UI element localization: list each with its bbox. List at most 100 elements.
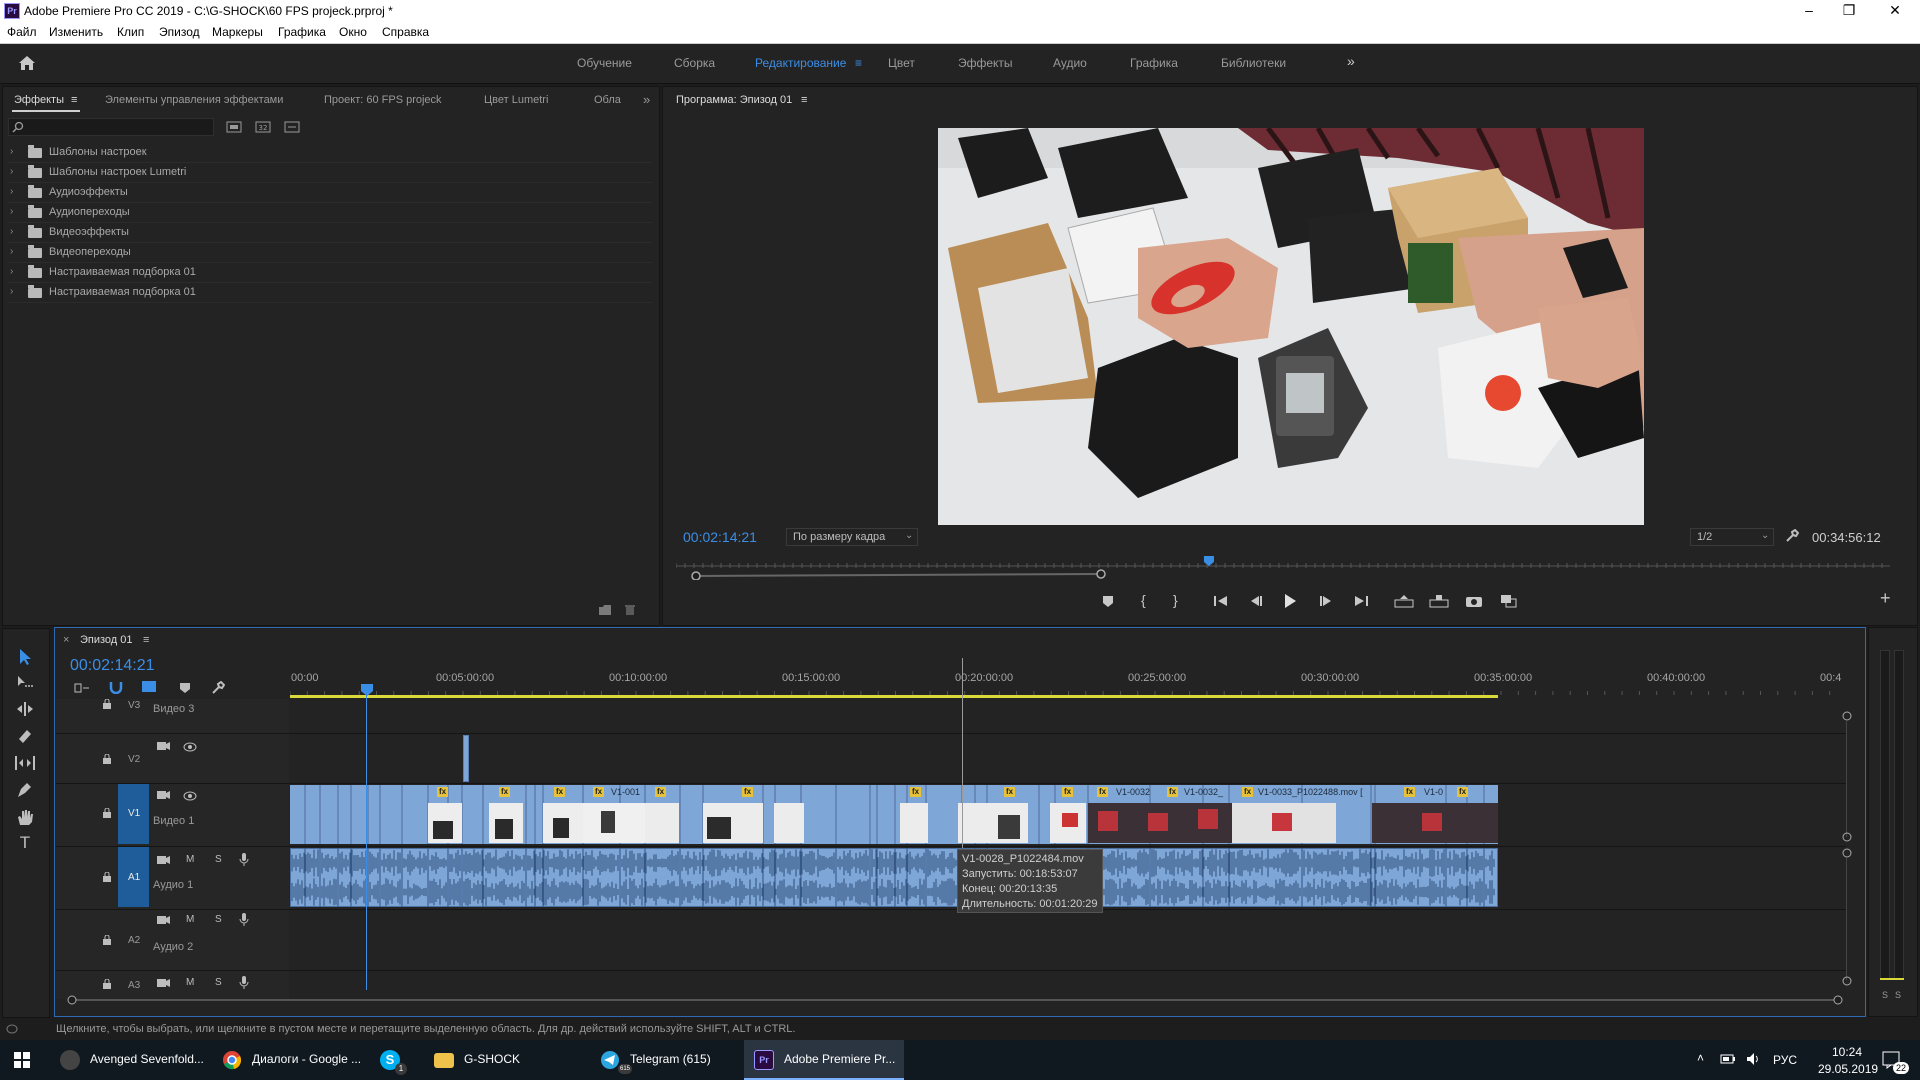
lock-icon[interactable]	[102, 872, 112, 882]
32bit-effects-icon[interactable]: 32	[255, 120, 271, 134]
effects-search-input[interactable]	[8, 118, 214, 136]
taskbar-item-telegram[interactable]: 615 Telegram (615)	[590, 1040, 742, 1080]
mute-button-a1[interactable]: M	[186, 854, 194, 865]
play-icon[interactable]	[1282, 593, 1298, 609]
wrench-icon[interactable]	[1785, 529, 1799, 543]
program-monitor-menu-icon[interactable]: ≡	[801, 94, 807, 106]
effects-folder-video-transitions[interactable]: › Видеопереходы	[8, 243, 652, 263]
solo-button-a1[interactable]: S	[215, 854, 222, 865]
track-id-v1[interactable]: V1	[128, 808, 140, 819]
nest-sequence-icon[interactable]	[74, 681, 90, 695]
work-area-bar[interactable]	[290, 695, 1498, 698]
workspace-audio[interactable]: Аудио	[1053, 56, 1087, 70]
lock-icon[interactable]	[102, 754, 112, 764]
menu-file[interactable]: Файл	[7, 25, 37, 39]
solo-button-a3[interactable]: S	[215, 977, 222, 988]
slip-tool-icon[interactable]	[14, 754, 36, 772]
step-forward-icon[interactable]	[1318, 594, 1334, 608]
timeline-playhead-handle[interactable]	[361, 684, 373, 696]
zoom-right-handle[interactable]	[1096, 569, 1106, 579]
workspace-editing[interactable]: Редактирование	[755, 56, 846, 70]
lock-icon[interactable]	[102, 979, 112, 989]
workspace-graphics[interactable]: Графика	[1130, 56, 1178, 70]
effects-folder-audio-transitions[interactable]: › Аудиопереходы	[8, 203, 652, 223]
add-button-editor[interactable]: +	[1880, 588, 1891, 609]
track-id-v2[interactable]: V2	[128, 754, 140, 765]
add-marker-timeline-icon[interactable]	[178, 682, 192, 694]
clock-time[interactable]: 10:24	[1832, 1045, 1862, 1059]
lift-icon[interactable]	[1394, 594, 1414, 608]
hand-tool-icon[interactable]	[15, 808, 35, 826]
zoom-left-handle[interactable]	[691, 571, 701, 580]
trash-icon[interactable]	[624, 604, 636, 616]
workspace-color[interactable]: Цвет	[888, 56, 915, 70]
eye-icon[interactable]	[183, 742, 197, 752]
compare-view-icon[interactable]	[1500, 594, 1518, 608]
effects-folder-audio-effects[interactable]: › Аудиоэффекты	[8, 183, 652, 203]
mark-in-icon[interactable]: {	[1141, 592, 1146, 608]
home-icon[interactable]	[18, 55, 36, 71]
tab-sequence[interactable]: Эпизод 01	[80, 634, 133, 646]
timeline-current-timecode[interactable]: 00:02:14:21	[70, 657, 155, 675]
program-current-timecode[interactable]: 00:02:14:21	[683, 529, 757, 545]
timeline-settings-wrench-icon[interactable]	[211, 681, 225, 695]
workspace-assembly[interactable]: Сборка	[674, 56, 715, 70]
menu-window[interactable]: Окно	[339, 25, 367, 39]
workspaces-overflow-button[interactable]: »	[1347, 53, 1355, 69]
playback-resolution-dropdown[interactable]: 1/2 ⌄	[1690, 528, 1774, 546]
timeline-tab-close[interactable]: ×	[63, 634, 69, 646]
workspace-menu-icon[interactable]: ≡	[855, 56, 862, 70]
microphone-icon[interactable]	[239, 853, 249, 867]
toggle-sync-lock-icon[interactable]	[157, 915, 171, 925]
windows-start-icon[interactable]	[14, 1052, 30, 1068]
accelerated-effects-icon[interactable]	[226, 120, 242, 134]
menu-clip[interactable]: Клип	[117, 25, 144, 39]
eye-icon[interactable]	[183, 791, 197, 801]
mark-out-icon[interactable]: }	[1173, 592, 1178, 608]
menu-edit[interactable]: Изменить	[49, 25, 103, 39]
menu-markers[interactable]: Маркеры	[212, 25, 263, 39]
audio-scrollbar[interactable]	[1846, 858, 1847, 980]
tab-effect-controls[interactable]: Элементы управления эффектами	[105, 94, 283, 106]
meter-solo-left[interactable]: S	[1882, 990, 1888, 1000]
effects-folder-custom-bin-2[interactable]: › Настраиваемая подборка 01	[8, 283, 652, 303]
go-to-out-icon[interactable]	[1352, 594, 1370, 608]
lock-icon[interactable]	[102, 935, 112, 945]
effects-folder-video-effects[interactable]: › Видеоэффекты	[8, 223, 652, 243]
snap-icon[interactable]	[108, 680, 124, 694]
audio-scroll-handle-top[interactable]	[1842, 848, 1852, 858]
pen-tool-icon[interactable]	[15, 781, 35, 799]
menu-graphics[interactable]: Графика	[278, 25, 326, 39]
timeline-zoom-scrollbar[interactable]	[66, 993, 1846, 1007]
export-frame-icon[interactable]	[1465, 594, 1483, 608]
linked-selection-icon[interactable]	[141, 680, 159, 694]
track-select-tool-icon[interactable]	[15, 674, 35, 692]
track-id-a3[interactable]: A3	[128, 980, 140, 991]
yuv-effects-icon[interactable]	[284, 120, 300, 134]
clock-date[interactable]: 29.05.2019	[1818, 1062, 1878, 1076]
program-time-ruler[interactable]	[676, 556, 1890, 580]
tab-libraries-partial[interactable]: Обла	[594, 94, 621, 106]
taskbar-item-explorer[interactable]: G-SHOCK	[424, 1040, 586, 1080]
video-scroll-handle-top[interactable]	[1842, 711, 1852, 721]
timeline-menu-icon[interactable]: ≡	[143, 634, 149, 646]
toggle-sync-lock-icon[interactable]	[157, 855, 171, 865]
toggle-sync-lock-icon[interactable]	[157, 978, 171, 988]
video-scrollbar[interactable]	[1846, 720, 1847, 837]
toggle-sync-lock-icon[interactable]	[157, 741, 171, 751]
language-indicator[interactable]: РУС	[1773, 1053, 1797, 1067]
new-bin-icon[interactable]	[598, 604, 612, 616]
workspace-learning[interactable]: Обучение	[577, 56, 632, 70]
restore-button[interactable]: ❐	[1826, 0, 1872, 22]
program-playhead[interactable]	[1203, 556, 1214, 566]
selection-tool-icon[interactable]	[16, 648, 34, 666]
extract-icon[interactable]	[1429, 594, 1449, 608]
lock-icon[interactable]	[102, 699, 112, 709]
taskbar-item-skype[interactable]: S 1	[370, 1040, 420, 1080]
close-button[interactable]: ✕	[1872, 0, 1918, 22]
effects-panel-overflow-button[interactable]: »	[643, 92, 650, 107]
microphone-icon[interactable]	[239, 976, 249, 990]
fit-zoom-dropdown[interactable]: По размеру кадра ⌄	[786, 528, 918, 546]
track-id-a1[interactable]: A1	[128, 872, 140, 883]
microphone-icon[interactable]	[239, 913, 249, 927]
